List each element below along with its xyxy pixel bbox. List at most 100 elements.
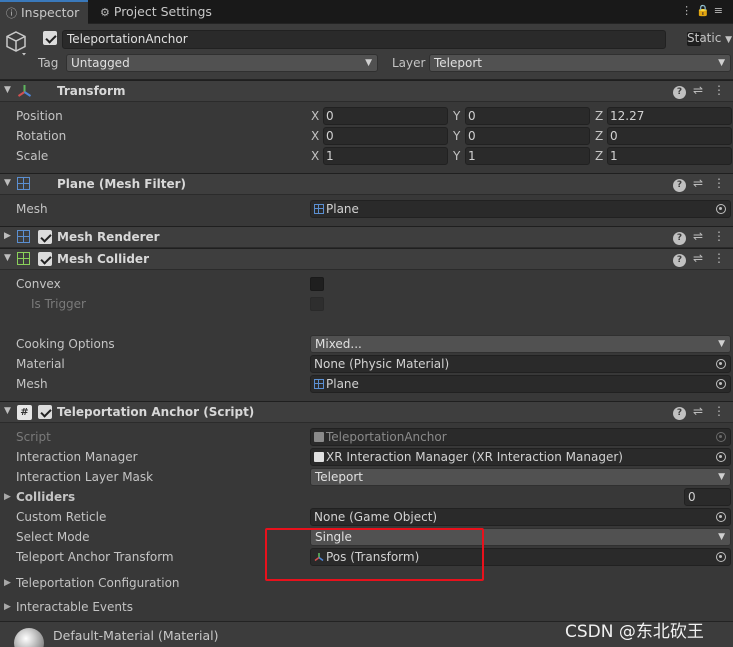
chevron-down-icon: ▼ [718, 532, 725, 542]
foldout-expanded-icon[interactable]: ▼ [4, 253, 11, 263]
chevron-down-icon: ▼ [718, 58, 725, 68]
custom-reticle-field[interactable]: None (Game Object) [310, 508, 731, 526]
static-label: Static [687, 31, 722, 45]
axis-z-label[interactable]: Z [595, 149, 603, 163]
axis-x-label[interactable]: X [311, 129, 319, 143]
position-y-field[interactable]: 0 [465, 107, 590, 125]
position-x-field[interactable]: 0 [323, 107, 448, 125]
mesh-renderer-enabled-toggle[interactable] [38, 230, 52, 244]
help-icon[interactable]: ? [673, 86, 686, 99]
highlight-annotation-box [265, 528, 484, 581]
more-icon[interactable]: ⋮ [713, 251, 725, 265]
layer-dropdown[interactable]: Teleport ▼ [429, 54, 731, 72]
axis-x-label[interactable]: X [311, 149, 319, 163]
tag-dropdown[interactable]: Untagged ▼ [66, 54, 378, 72]
position-z: Z 12.27 [595, 107, 732, 125]
help-icon[interactable]: ? [673, 407, 686, 420]
foldout-expanded-icon[interactable]: ▼ [4, 178, 11, 188]
rotation-row: Rotation X0 Y0 Z0 [0, 126, 733, 146]
convex-checkbox[interactable] [310, 277, 324, 291]
object-picker-icon[interactable] [716, 379, 726, 389]
position-z-field[interactable]: 12.27 [607, 107, 732, 125]
gameobject-name-field[interactable]: TeleportationAnchor [62, 30, 666, 49]
script-field: TeleportationAnchor [310, 428, 731, 446]
is-trigger-checkbox [310, 297, 324, 311]
scale-label: Scale [16, 149, 49, 163]
object-picker-icon[interactable] [716, 512, 726, 522]
material-sphere-icon [14, 628, 44, 647]
mesh-filter-header[interactable]: ▼ Plane (Mesh Filter) ? ⇌ ⋮ [0, 173, 733, 195]
transform-title: Transform [57, 84, 126, 98]
preset-icon[interactable]: ⇌ [693, 404, 703, 418]
foldout-expanded-icon[interactable]: ▼ [4, 85, 11, 95]
foldout-collapsed-icon[interactable]: ▶ [4, 602, 11, 612]
mesh-filter-icon [17, 177, 30, 190]
mesh-collider-header[interactable]: ▼ Mesh Collider ? ⇌ ⋮ [0, 248, 733, 270]
preset-icon[interactable]: ⇌ [693, 229, 703, 243]
axis-z-label[interactable]: Z [595, 129, 603, 143]
object-picker-icon[interactable] [716, 452, 726, 462]
transform-icon [17, 85, 32, 97]
object-picker-icon[interactable] [716, 359, 726, 369]
object-picker-icon[interactable] [716, 204, 726, 214]
transform-header[interactable]: ▼ Transform ? ⇌ ⋮ [0, 80, 733, 102]
help-icon[interactable]: ? [673, 179, 686, 192]
mesh-icon [314, 379, 324, 389]
mesh-renderer-icon [17, 230, 30, 243]
colliders-size-field[interactable]: 0 [684, 488, 731, 506]
teleportation-anchor-header[interactable]: ▼ # Teleportation Anchor (Script) ? ⇌ ⋮ [0, 401, 733, 423]
scale-z-field[interactable]: 1 [607, 147, 732, 165]
colliders-row[interactable]: ▶ Colliders 0 [0, 487, 733, 507]
axis-x-label[interactable]: X [311, 109, 319, 123]
preset-icon[interactable]: ⇌ [693, 176, 703, 190]
rotation-z-field[interactable]: 0 [607, 127, 732, 145]
interaction-layer-mask-dropdown[interactable]: Teleport ▼ [310, 468, 731, 486]
chevron-down-icon: ▼ [365, 58, 372, 68]
mesh-collider-enabled-toggle[interactable] [38, 252, 52, 266]
more-icon[interactable]: ⋮ [713, 176, 725, 190]
axis-y-label[interactable]: Y [453, 149, 460, 163]
preset-icon[interactable]: ⇌ [693, 251, 703, 265]
collider-mesh-field[interactable]: Plane [310, 375, 731, 393]
tab-inspector[interactable]: ⓘ Inspector [0, 0, 88, 24]
scale-x-field[interactable]: 1 [323, 147, 448, 165]
axis-y-label[interactable]: Y [453, 109, 460, 123]
mesh-field[interactable]: Plane [310, 200, 731, 218]
static-dropdown[interactable]: Static ▼ [687, 31, 732, 45]
more-icon[interactable]: ⋮ [713, 229, 725, 243]
preset-icon[interactable]: ⇌ [693, 83, 703, 97]
help-icon[interactable]: ? [673, 232, 686, 245]
rotation-y: Y0 [453, 127, 590, 145]
interactable-events-row[interactable]: ▶ Interactable Events [0, 597, 733, 617]
axis-y-label[interactable]: Y [453, 129, 460, 143]
gameobject-cube-icon[interactable] [4, 30, 28, 56]
scale-y-field[interactable]: 1 [465, 147, 590, 165]
object-picker-icon[interactable] [716, 552, 726, 562]
interaction-manager-field[interactable]: XR Interaction Manager (XR Interaction M… [310, 448, 731, 466]
layer-value: Teleport [434, 56, 482, 70]
gear-icon: ⚙ [100, 6, 110, 19]
teleportation-anchor-enabled-toggle[interactable] [38, 405, 52, 419]
rotation-z: Z0 [595, 127, 732, 145]
foldout-collapsed-icon[interactable]: ▶ [4, 492, 11, 502]
chevron-down-icon: ▼ [725, 35, 733, 45]
axis-z-label[interactable]: Z [595, 109, 603, 123]
tag-label: Tag [38, 56, 59, 70]
tab-project-settings[interactable]: ⚙ Project Settings [94, 0, 224, 24]
more-icon[interactable]: ⋮ [713, 83, 725, 97]
tab-menu-icons[interactable]: ⋮🔒≡ [681, 4, 727, 17]
material-label: Material [16, 357, 65, 371]
foldout-expanded-icon[interactable]: ▼ [4, 406, 11, 416]
cooking-options-dropdown[interactable]: Mixed... ▼ [310, 335, 731, 353]
foldout-collapsed-icon[interactable]: ▶ [4, 578, 11, 588]
scale-z: Z1 [595, 147, 732, 165]
rotation-label: Rotation [16, 129, 67, 143]
rotation-y-field[interactable]: 0 [465, 127, 590, 145]
more-icon[interactable]: ⋮ [713, 404, 725, 418]
rotation-x-field[interactable]: 0 [323, 127, 448, 145]
foldout-collapsed-icon[interactable]: ▶ [4, 231, 11, 241]
gameobject-active-toggle[interactable] [43, 31, 57, 45]
physic-material-field[interactable]: None (Physic Material) [310, 355, 731, 373]
mesh-renderer-header[interactable]: ▶ Mesh Renderer ? ⇌ ⋮ [0, 226, 733, 248]
help-icon[interactable]: ? [673, 254, 686, 267]
